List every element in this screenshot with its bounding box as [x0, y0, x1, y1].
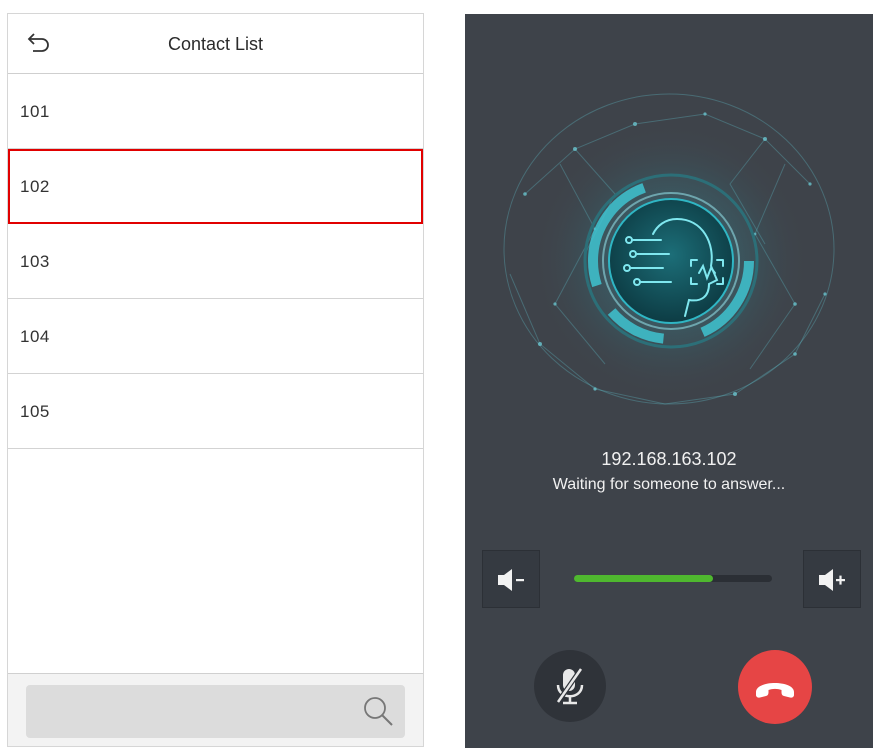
call-screen: 192.168.163.102 Waiting for someone to a… [465, 14, 873, 748]
search-bar [8, 673, 423, 746]
volume-up-icon [819, 569, 845, 591]
contact-list-panel: Contact List 101 102 103 104 105 [7, 13, 424, 747]
search-input[interactable] [38, 697, 342, 727]
contact-row[interactable]: 105 [8, 374, 423, 449]
volume-level [574, 575, 713, 582]
call-status: Waiting for someone to answer... [552, 476, 786, 493]
contact-number: 102 [20, 177, 50, 196]
back-icon[interactable] [24, 30, 52, 58]
contact-number: 104 [20, 327, 50, 346]
caller-ip: 192.168.163.102 [601, 449, 737, 469]
phone-hangup-icon [756, 683, 794, 698]
mic-off-icon [555, 667, 584, 705]
contact-number: 101 [20, 102, 50, 121]
volume-up-button[interactable] [803, 550, 861, 608]
contact-row-selected[interactable]: 102 [8, 149, 423, 224]
volume-slider[interactable] [574, 575, 772, 582]
contact-number: 103 [20, 252, 50, 271]
volume-down-icon [498, 569, 524, 591]
mute-button[interactable] [534, 650, 606, 722]
contact-row[interactable]: 103 [8, 224, 423, 299]
hang-up-button[interactable] [738, 650, 812, 724]
contact-row[interactable]: 101 [8, 74, 423, 149]
search-box[interactable] [26, 685, 405, 738]
page-title: Contact List [167, 34, 264, 54]
caller-visual [503, 93, 835, 405]
volume-down-button[interactable] [482, 550, 540, 608]
contact-list: 101 102 103 104 105 [8, 74, 423, 449]
contact-row[interactable]: 104 [8, 299, 423, 374]
contact-number: 105 [20, 402, 50, 421]
search-icon[interactable] [361, 694, 395, 728]
contact-list-header: Contact List [8, 14, 423, 74]
